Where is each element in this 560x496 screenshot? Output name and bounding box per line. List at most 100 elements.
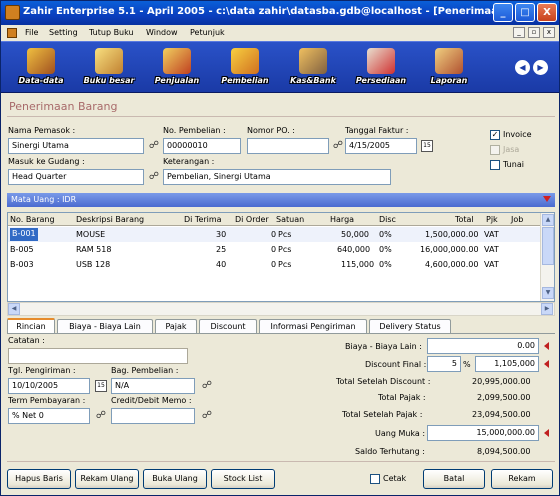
lookup-icon[interactable]: ☍: [332, 140, 344, 152]
menu-petunjuk[interactable]: Petunjuk: [190, 28, 225, 37]
col-pjk[interactable]: Pjk: [486, 215, 498, 224]
cell[interactable]: VAT: [484, 230, 499, 239]
catatan-input[interactable]: [8, 348, 188, 364]
scroll-down-icon[interactable]: ▼: [542, 287, 554, 299]
cell[interactable]: MOUSE: [76, 230, 105, 239]
toolbar-pembelian[interactable]: Pembelian: [215, 46, 275, 92]
cell[interactable]: 30: [216, 230, 226, 239]
cell[interactable]: VAT: [484, 260, 499, 269]
toolbar-laporan[interactable]: Laporan: [419, 46, 479, 92]
jasa-checkbox[interactable]: [490, 145, 500, 155]
stock-list-button[interactable]: Stock List: [211, 469, 275, 489]
credit-debit-input[interactable]: [111, 408, 195, 424]
toolbar-prev-icon[interactable]: ◀: [515, 60, 530, 75]
cell[interactable]: Pcs: [278, 245, 291, 254]
cell[interactable]: 0%: [379, 245, 392, 254]
mdi-close-button[interactable]: x: [543, 27, 555, 38]
tab-discount[interactable]: Discount: [199, 319, 257, 334]
toolbar-penjualan[interactable]: Penjualan: [147, 46, 207, 92]
mdi-restore-button[interactable]: ▫: [528, 27, 540, 38]
cell[interactable]: 4,600,000.00: [425, 260, 478, 269]
scroll-right-icon[interactable]: ▶: [541, 303, 553, 315]
toolbar-next-icon[interactable]: ▶: [533, 60, 548, 75]
table-row[interactable]: B-003 USB 128 40 0 Pcs 115,000 0% 4,600,…: [8, 257, 541, 272]
gudang-input[interactable]: Head Quarter: [8, 169, 144, 185]
minimize-button[interactable]: _: [493, 3, 513, 22]
tgl-pengiriman-input[interactable]: 10/10/2005: [8, 378, 90, 394]
bag-pembelian-input[interactable]: N/A: [111, 378, 195, 394]
cell[interactable]: 115,000: [341, 260, 374, 269]
cell[interactable]: Pcs: [278, 230, 291, 239]
scroll-up-icon[interactable]: ▲: [542, 214, 554, 226]
expand-arrow-icon[interactable]: [544, 342, 549, 350]
cell[interactable]: B-005: [10, 245, 34, 254]
toolbar-data-data[interactable]: Data-data: [11, 46, 71, 92]
mdi-minimize-button[interactable]: _: [513, 27, 525, 38]
cell[interactable]: 640,000: [337, 245, 370, 254]
col-harga[interactable]: Harga: [330, 215, 354, 224]
cell[interactable]: RAM 518: [76, 245, 111, 254]
tanggal-faktur-input[interactable]: 4/15/2005: [345, 138, 417, 154]
grid-horizontal-scrollbar[interactable]: ◀ ▶: [7, 302, 555, 316]
rekam-ulang-button[interactable]: Rekam Ulang: [75, 469, 139, 489]
calendar-icon[interactable]: 15: [95, 380, 107, 392]
cell[interactable]: 0: [271, 245, 276, 254]
batal-button[interactable]: Batal: [423, 469, 485, 489]
toolbar-persediaan[interactable]: Persediaan: [351, 46, 411, 92]
grid-vertical-scrollbar[interactable]: ▲ ▼: [540, 213, 554, 301]
scroll-left-icon[interactable]: ◀: [8, 303, 20, 315]
scroll-thumb[interactable]: [542, 227, 554, 265]
tab-informasi-pengiriman[interactable]: Informasi Pengiriman: [259, 319, 367, 334]
rekam-button[interactable]: Rekam: [491, 469, 553, 489]
cell[interactable]: B-001: [10, 228, 38, 241]
cell[interactable]: VAT: [484, 245, 499, 254]
lookup-icon[interactable]: ☍: [201, 380, 213, 392]
col-no-barang[interactable]: No. Barang: [10, 215, 55, 224]
keterangan-input[interactable]: Pembelian, Sinergi Utama: [163, 169, 391, 185]
term-input[interactable]: % Net 0: [8, 408, 90, 424]
invoice-checkbox[interactable]: ✓: [490, 130, 500, 140]
menu-setting[interactable]: Setting: [49, 28, 78, 37]
cell[interactable]: Pcs: [278, 260, 291, 269]
cell[interactable]: USB 128: [76, 260, 110, 269]
menu-tutup-buku[interactable]: Tutup Buku: [89, 28, 134, 37]
close-button[interactable]: X: [537, 3, 557, 22]
expand-arrow-icon[interactable]: [544, 360, 549, 368]
title-bar[interactable]: Zahir Enterprise 5.1 - April 2005 - c:\d…: [1, 1, 559, 25]
items-grid[interactable]: No. Barang Deskripsi Barang Di Terima Di…: [7, 212, 555, 302]
cetak-checkbox[interactable]: [370, 474, 380, 484]
tab-biaya-lain[interactable]: Biaya - Biaya Lain: [57, 319, 153, 334]
tab-rincian[interactable]: Rincian: [7, 318, 55, 334]
biaya-lain-input[interactable]: 0.00: [427, 338, 539, 354]
lookup-icon[interactable]: ☍: [148, 171, 160, 183]
col-satuan[interactable]: Satuan: [276, 215, 304, 224]
cell[interactable]: B-003: [10, 260, 34, 269]
col-deskripsi[interactable]: Deskripsi Barang: [76, 215, 144, 224]
cell[interactable]: 25: [216, 245, 226, 254]
no-pembelian-input[interactable]: 00000010: [163, 138, 241, 154]
currency-bar[interactable]: Mata Uang : IDR: [7, 193, 555, 207]
nama-pemasok-input[interactable]: Sinergi Utama: [8, 138, 144, 154]
lookup-icon[interactable]: ☍: [95, 410, 107, 422]
cell[interactable]: 1,500,000.00: [425, 230, 478, 239]
col-total[interactable]: Total: [455, 215, 474, 224]
lookup-icon[interactable]: ☍: [201, 410, 213, 422]
menu-window[interactable]: Window: [146, 28, 178, 37]
lookup-icon[interactable]: ☍: [148, 140, 160, 152]
col-di-terima[interactable]: Di Terima: [184, 215, 222, 224]
cell[interactable]: 0%: [379, 230, 392, 239]
app-icon[interactable]: [5, 5, 20, 20]
uang-muka-input[interactable]: 15,000,000.00: [427, 425, 539, 441]
hapus-baris-button[interactable]: Hapus Baris: [7, 469, 71, 489]
buka-ulang-button[interactable]: Buka Ulang: [143, 469, 207, 489]
cell[interactable]: 0: [271, 260, 276, 269]
cell[interactable]: 0%: [379, 260, 392, 269]
col-disc[interactable]: Disc: [379, 215, 396, 224]
cell[interactable]: 0: [271, 230, 276, 239]
cell[interactable]: 40: [216, 260, 226, 269]
tab-pajak[interactable]: Pajak: [155, 319, 197, 334]
nomor-po-input[interactable]: [247, 138, 329, 154]
discount-pct-input[interactable]: 5: [427, 356, 461, 372]
expand-arrow-icon[interactable]: [544, 429, 549, 437]
table-row[interactable]: B-001 MOUSE 30 0 Pcs 50,000 0% 1,500,000…: [8, 227, 541, 242]
